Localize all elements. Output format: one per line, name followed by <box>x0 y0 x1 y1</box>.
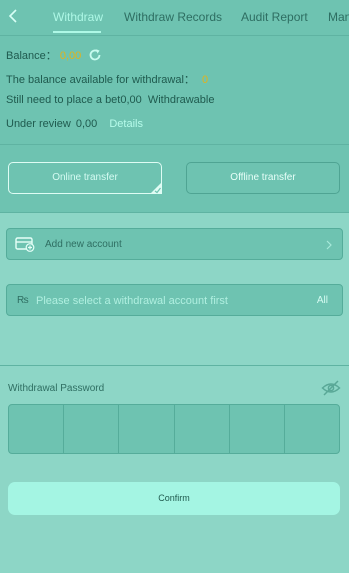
balance-label: Balance： <box>6 50 57 62</box>
active-tab-indicator <box>53 31 101 33</box>
password-digit-cell[interactable] <box>119 405 175 453</box>
available-row: The balance available for withdrawal： 0 <box>6 71 208 87</box>
select-account-placeholder: Please select a withdrawal account first <box>36 295 228 307</box>
under-review-value: 0,00 <box>75 118 98 130</box>
confirm-button[interactable]: Confirm <box>8 482 340 515</box>
tab-withdraw[interactable]: Withdraw <box>53 10 103 24</box>
password-input[interactable] <box>8 404 340 454</box>
back-arrow-icon[interactable] <box>6 8 22 24</box>
tab-bar: Withdraw Withdraw Records Audit Report M… <box>0 0 349 36</box>
selected-check-icon <box>150 182 162 194</box>
withdrawal-password-label: Withdrawal Password <box>8 383 105 394</box>
details-link[interactable]: Details <box>109 118 143 130</box>
available-value: 0 <box>202 74 209 86</box>
bet-needed-suffix: Withdrawable <box>147 94 215 106</box>
password-digit-cell[interactable] <box>230 405 285 453</box>
bet-needed-row: Still need to place a bet0,00 Withdrawab… <box>6 94 214 106</box>
online-transfer-button[interactable]: Online transfer <box>8 162 162 194</box>
password-digit-cell[interactable] <box>285 405 339 453</box>
add-account-label: Add new account <box>45 239 122 250</box>
tab-management[interactable]: Man <box>328 10 349 24</box>
bet-needed-value: 0,00 <box>120 94 142 106</box>
offline-transfer-button[interactable]: Offline transfer <box>186 162 340 194</box>
add-account-card[interactable]: Add new account <box>6 228 343 260</box>
bet-needed-prefix: Still need to place a bet <box>6 94 121 106</box>
all-accounts-link[interactable]: All <box>317 295 328 306</box>
under-review-row: Under review 0,00 Details <box>6 118 143 130</box>
password-digit-cell[interactable] <box>175 405 230 453</box>
balance-row: Balance： 0,00 <box>6 47 102 63</box>
available-label: The balance available for withdrawal： <box>6 74 195 86</box>
balance-info-panel: Balance： 0,00 The balance available for … <box>0 36 349 145</box>
chevron-right-icon <box>326 240 332 250</box>
refresh-icon[interactable] <box>88 48 102 62</box>
add-card-icon <box>15 237 35 252</box>
tab-audit-report[interactable]: Audit Report <box>241 10 308 24</box>
transfer-method-panel: Online transfer Offline transfer <box>0 145 349 213</box>
section-divider <box>0 365 349 366</box>
currency-symbol: ₨ <box>17 295 29 306</box>
under-review-label: Under review <box>6 118 71 130</box>
tab-withdraw-records[interactable]: Withdraw Records <box>124 10 222 24</box>
eye-hidden-icon[interactable] <box>321 380 341 396</box>
password-digit-cell[interactable] <box>64 405 120 453</box>
offline-transfer-label: Offline transfer <box>230 172 296 183</box>
online-transfer-label: Online transfer <box>52 172 118 183</box>
balance-value: 0,00 <box>59 50 82 62</box>
password-digit-cell[interactable] <box>9 405 65 453</box>
select-account-card[interactable]: ₨ Please select a withdrawal account fir… <box>6 284 343 316</box>
